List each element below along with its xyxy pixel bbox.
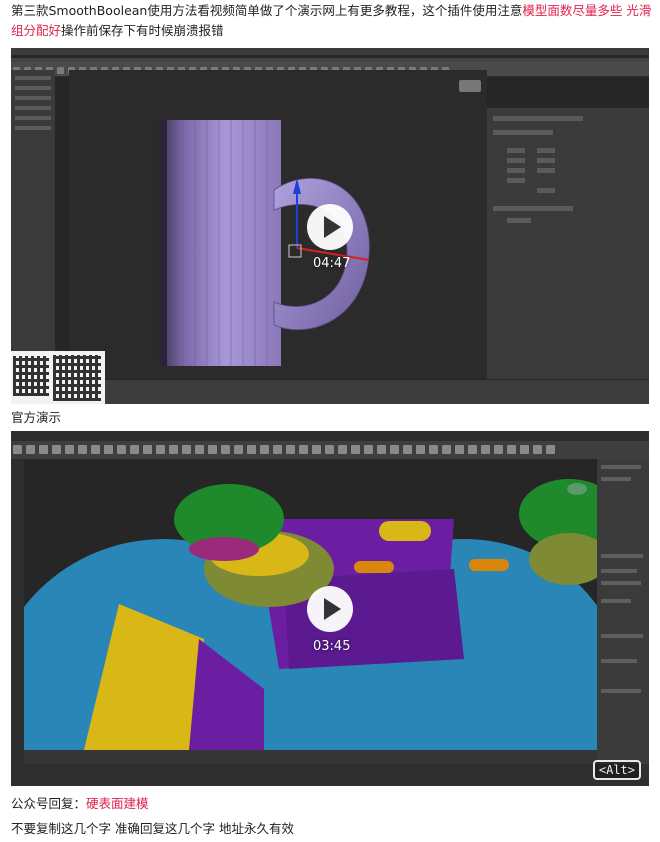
app-statusbar bbox=[11, 379, 649, 404]
video-duration: 04:47 bbox=[313, 256, 351, 271]
reply-note: 不要复制这几个字 准确回复这几个字 地址永久有效 bbox=[11, 821, 294, 836]
qr-code bbox=[53, 355, 101, 401]
timeline-bar bbox=[24, 750, 597, 764]
intro-paragraph: 第三款SmoothBoolean使用方法看视频简单做了个演示网上有更多教程，这个… bbox=[11, 1, 653, 41]
app-statusbar bbox=[11, 764, 649, 786]
controller-orange-button-left bbox=[354, 561, 394, 573]
reply-instruction: 公众号回复：硬表面建模 bbox=[11, 794, 149, 814]
app-menubar bbox=[11, 48, 649, 55]
intro-text: 第三款SmoothBoolean使用方法看视频简单做了个演示网上有更多教程，这个… bbox=[11, 3, 523, 18]
video-duration: 03:45 bbox=[313, 639, 351, 654]
qr-code-badge bbox=[11, 351, 105, 404]
video-player-2[interactable]: <Alt> 03:45 bbox=[11, 431, 649, 786]
qr-code-small bbox=[13, 356, 49, 396]
play-button[interactable] bbox=[307, 586, 353, 632]
article-page: 第三款SmoothBoolean使用方法看视频简单做了个演示网上有更多教程，这个… bbox=[0, 0, 660, 842]
alt-key-badge: <Alt> bbox=[592, 760, 641, 780]
tool-strip bbox=[11, 459, 24, 764]
command-panel bbox=[487, 108, 649, 380]
mug-handle bbox=[273, 177, 370, 331]
caption-official-demo: 官方演示 bbox=[11, 410, 62, 425]
reply-keyword: 硬表面建模 bbox=[86, 796, 149, 811]
command-panel bbox=[597, 459, 649, 764]
app-titlebar bbox=[11, 431, 649, 441]
viewport-3d bbox=[69, 70, 487, 380]
play-icon bbox=[324, 598, 341, 620]
video-player-1[interactable]: 04:47 bbox=[11, 48, 649, 404]
play-button[interactable] bbox=[307, 204, 353, 250]
controller-orange-button-right bbox=[469, 559, 509, 571]
intro-text-after: 操作前保存下有时候崩溃报错 bbox=[61, 23, 224, 38]
controller-yellow-pill bbox=[379, 521, 431, 541]
app-toolbar bbox=[11, 441, 649, 459]
play-icon bbox=[324, 216, 341, 238]
mug-body bbox=[159, 120, 281, 366]
mug-scene bbox=[159, 80, 481, 366]
reply-label: 公众号回复： bbox=[11, 796, 87, 811]
